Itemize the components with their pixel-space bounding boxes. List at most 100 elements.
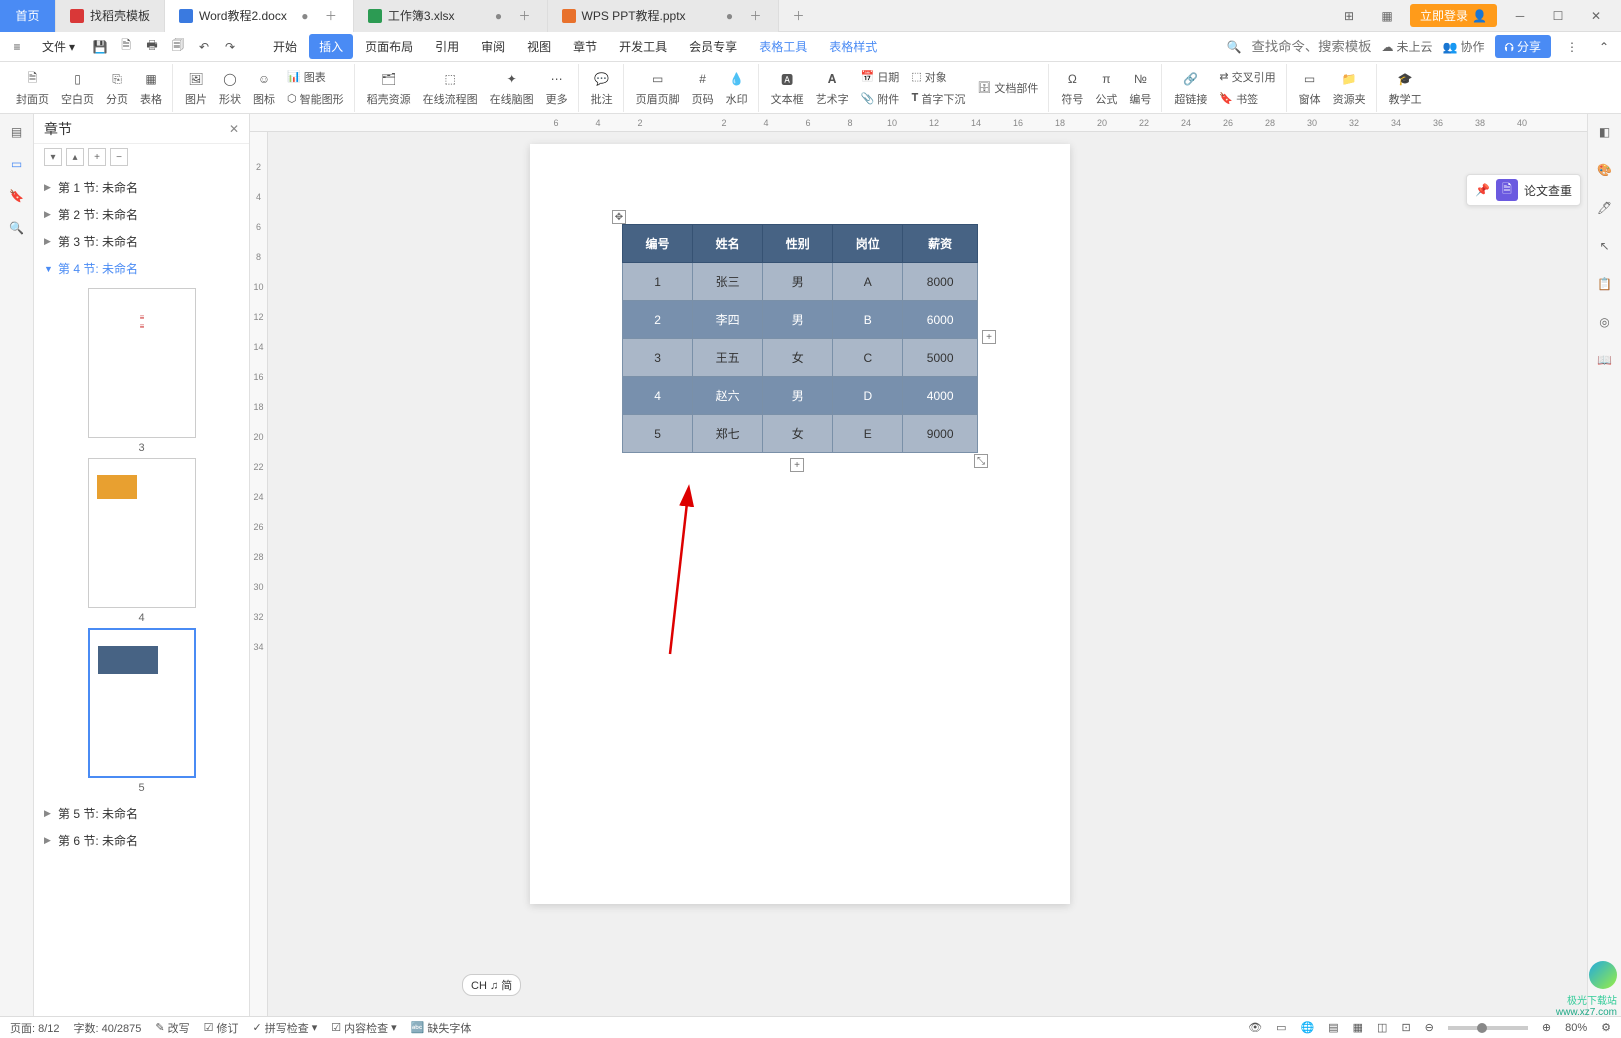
maximize-button[interactable]: ☐	[1543, 2, 1573, 30]
smartart-button[interactable]: ⬡ 智能图形	[283, 89, 348, 109]
tab-excel[interactable]: 工作簿3.xlsx ● ＋	[354, 0, 548, 32]
close-window-button[interactable]: ✕	[1581, 2, 1611, 30]
table-row[interactable]: 5郑七女E9000	[623, 415, 978, 453]
bookmark-panel-icon[interactable]: 🔖	[5, 184, 29, 208]
page-break-button[interactable]: ⎘分页	[102, 68, 132, 107]
horizontal-ruler[interactable]: 642246810121416182022242628303234363840	[250, 114, 1587, 132]
target-icon[interactable]: ◎	[1593, 310, 1617, 334]
section-item-6[interactable]: ▶第 6 节: 未命名	[34, 827, 249, 854]
document-page[interactable]: ✥ 编号 姓名 性别 岗位 薪资 1张三男A80002李四男B60003王五女C…	[530, 144, 1070, 904]
document-table[interactable]: 编号 姓名 性别 岗位 薪资 1张三男A80002李四男B60003王五女C50…	[622, 224, 978, 453]
print-quick-icon[interactable]: 🗐	[167, 36, 189, 58]
th-name[interactable]: 姓名	[693, 225, 763, 263]
table-row[interactable]: 2李四男B6000	[623, 301, 978, 339]
resource-button[interactable]: 🗂稻壳资源	[363, 68, 415, 107]
number-button[interactable]: №编号	[1125, 68, 1155, 107]
section-item-5[interactable]: ▶第 5 节: 未命名	[34, 800, 249, 827]
table-cell[interactable]: 4000	[903, 377, 978, 415]
menu-insert[interactable]: 插入	[309, 34, 353, 59]
zoom-level[interactable]: 80%	[1565, 1022, 1587, 1034]
table-cell[interactable]: 4	[623, 377, 693, 415]
zoom-in-button[interactable]: ⊕	[1542, 1021, 1551, 1034]
table-add-row[interactable]: +	[790, 458, 804, 472]
share-button[interactable]: ⮉ 分享	[1495, 35, 1551, 58]
cloud-status[interactable]: ☁ 未上云	[1382, 38, 1433, 55]
content-check-button[interactable]: ☑ 内容检查 ▾	[331, 1020, 396, 1036]
table-cell[interactable]: 男	[763, 377, 833, 415]
close-icon[interactable]: ＋	[323, 8, 339, 24]
close-sidebar-icon[interactable]: ✕	[229, 122, 239, 136]
tab-home[interactable]: 首页	[0, 0, 56, 32]
vertical-ruler[interactable]: 246810121416182022242628303234	[250, 132, 268, 1016]
menu-start[interactable]: 开始	[263, 34, 307, 59]
table-cell[interactable]: D	[833, 377, 903, 415]
flowchart-button[interactable]: ⬚在线流程图	[419, 68, 482, 107]
page-thumbnail-3[interactable]: ≡≡	[88, 288, 196, 438]
table-cell[interactable]: 女	[763, 415, 833, 453]
reading-mode-icon[interactable]: 👁	[1248, 1021, 1262, 1034]
table-move-handle[interactable]: ✥	[612, 210, 626, 224]
window-button[interactable]: ▭窗体	[1295, 68, 1325, 107]
section-item-3[interactable]: ▶第 3 节: 未命名	[34, 228, 249, 255]
collapse-right-icon[interactable]: ◧	[1593, 120, 1617, 144]
picture-button[interactable]: 🖼图片	[181, 68, 211, 107]
th-id[interactable]: 编号	[623, 225, 693, 263]
spellcheck-button[interactable]: ✓ 拼写检查 ▾	[253, 1020, 318, 1036]
draft-view-icon[interactable]: ▦	[1353, 1021, 1363, 1034]
search-panel-icon[interactable]: 🔍	[5, 216, 29, 240]
more-menu-icon[interactable]: ⋮	[1561, 36, 1583, 58]
menu-chapter[interactable]: 章节	[563, 34, 607, 59]
attachment-button[interactable]: 📎 附件	[857, 89, 904, 109]
table-cell[interactable]: 男	[763, 263, 833, 301]
page-thumbnail-4[interactable]	[88, 458, 196, 608]
table-cell[interactable]: A	[833, 263, 903, 301]
command-search-input[interactable]	[1252, 39, 1372, 54]
crossref-button[interactable]: ⇄ 交叉引用	[1215, 67, 1279, 87]
mindmap-button[interactable]: ✦在线脑图	[486, 68, 538, 107]
style-panel-icon[interactable]: 🎨	[1593, 158, 1617, 182]
table-cell[interactable]: 9000	[903, 415, 978, 453]
object-button[interactable]: ⬚ 对象	[907, 67, 969, 87]
table-cell[interactable]: 1	[623, 263, 693, 301]
web-layout-icon[interactable]: 🌐	[1301, 1021, 1315, 1034]
table-cell[interactable]: 3	[623, 339, 693, 377]
th-gender[interactable]: 性别	[763, 225, 833, 263]
remove-section-icon[interactable]: −	[110, 148, 128, 166]
highlighter-icon[interactable]: 🖊	[1593, 196, 1617, 220]
symbol-button[interactable]: Ω符号	[1057, 68, 1087, 107]
status-page[interactable]: 页面: 8/12	[10, 1020, 60, 1036]
close-icon[interactable]: ＋	[517, 8, 533, 24]
menu-reference[interactable]: 引用	[425, 34, 469, 59]
hyperlink-button[interactable]: 🔗超链接	[1170, 68, 1211, 107]
table-cell[interactable]: 男	[763, 301, 833, 339]
table-cell[interactable]: 李四	[693, 301, 763, 339]
dropcap-button[interactable]: 𝐓 首字下沉	[907, 89, 969, 109]
pin-icon[interactable]: 📌	[1475, 183, 1490, 197]
section-item-1[interactable]: ▶第 1 节: 未命名	[34, 174, 249, 201]
teaching-tool-button[interactable]: 🎓教学工	[1385, 68, 1426, 107]
table-row[interactable]: 4赵六男D4000	[623, 377, 978, 415]
table-cell[interactable]: 6000	[903, 301, 978, 339]
table-cell[interactable]: 5	[623, 415, 693, 453]
menu-view[interactable]: 视图	[517, 34, 561, 59]
cover-page-button[interactable]: 🗎封面页	[12, 68, 53, 107]
collab-button[interactable]: 👥 协作	[1443, 38, 1485, 55]
menu-table-tool[interactable]: 表格工具	[749, 34, 817, 59]
outline-icon[interactable]: ▤	[5, 120, 29, 144]
menu-table-style[interactable]: 表格样式	[819, 34, 887, 59]
apps-icon[interactable]: ▦	[1372, 2, 1402, 30]
tab-ppt[interactable]: WPS PPT教程.pptx ● ＋	[548, 0, 779, 32]
menu-devtools[interactable]: 开发工具	[609, 34, 677, 59]
table-cell[interactable]: 赵六	[693, 377, 763, 415]
more-button[interactable]: ⋯更多	[542, 68, 572, 107]
table-cell[interactable]: 郑七	[693, 415, 763, 453]
page-thumbnail-5[interactable]	[88, 628, 196, 778]
header-footer-button[interactable]: ▭页眉页脚	[632, 68, 684, 107]
menu-icon[interactable]: ≡	[6, 36, 28, 58]
close-icon[interactable]: ＋	[748, 8, 764, 24]
select-panel-icon[interactable]: ↖	[1593, 234, 1617, 258]
missing-font-button[interactable]: 🔤 缺失字体	[411, 1020, 472, 1036]
file-menu[interactable]: 文件 ▾	[32, 35, 85, 58]
equation-button[interactable]: π公式	[1091, 68, 1121, 107]
add-section-icon[interactable]: +	[88, 148, 106, 166]
